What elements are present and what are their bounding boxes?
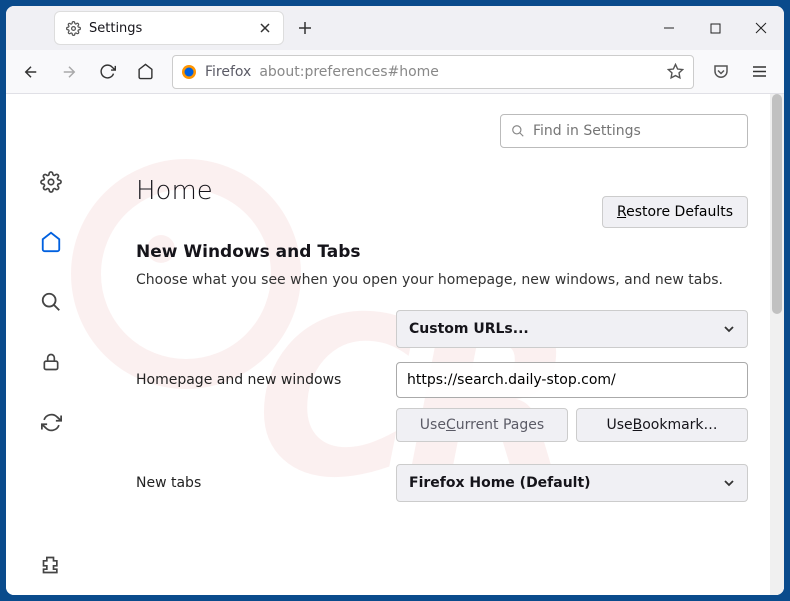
browser-tab[interactable]: Settings (54, 11, 284, 45)
back-button[interactable] (14, 55, 48, 89)
app-menu-button[interactable] (742, 55, 776, 89)
home-button[interactable] (128, 55, 162, 89)
close-window-button[interactable] (738, 6, 784, 50)
use-current-pages-button[interactable]: Use Current Pages (396, 408, 568, 442)
homepage-mode-value: Custom URLs... (409, 321, 529, 337)
urlbar-url: about:preferences#home (259, 64, 657, 80)
use-bookmark-button[interactable]: Use Bookmark… (576, 408, 748, 442)
minimize-button[interactable] (646, 6, 692, 50)
newtabs-value: Firefox Home (Default) (409, 475, 591, 491)
newtabs-label: New tabs (136, 475, 382, 491)
pocket-button[interactable] (704, 55, 738, 89)
settings-sidebar (6, 94, 96, 595)
sidebar-general[interactable] (33, 164, 69, 200)
chevron-down-icon (723, 477, 735, 489)
reload-button[interactable] (90, 55, 124, 89)
search-icon (511, 124, 525, 138)
titlebar: Settings (6, 6, 784, 50)
main-panel: Home Restore Defaults New Windows and Ta… (96, 94, 784, 595)
restore-defaults-button[interactable]: Restore Defaults (602, 196, 748, 228)
sidebar-extensions[interactable] (33, 547, 69, 583)
sidebar-privacy[interactable] (33, 344, 69, 380)
maximize-button[interactable] (692, 6, 738, 50)
content-area: CR (6, 94, 784, 595)
url-bar[interactable]: Firefox about:preferences#home (172, 55, 694, 89)
homepage-url-input[interactable] (396, 362, 748, 398)
gear-icon (65, 20, 81, 36)
browser-window: Settings (6, 6, 784, 595)
settings-search[interactable] (500, 114, 748, 148)
urlbar-identity: Firefox (205, 64, 251, 80)
homepage-mode-select[interactable]: Custom URLs... (396, 310, 748, 348)
sidebar-search[interactable] (33, 284, 69, 320)
newtabs-select[interactable]: Firefox Home (Default) (396, 464, 748, 502)
section-title: New Windows and Tabs (136, 242, 748, 262)
new-tab-button[interactable] (290, 13, 320, 43)
close-tab-icon[interactable] (257, 20, 273, 36)
section-description: Choose what you see when you open your h… (136, 272, 748, 288)
homepage-label: Homepage and new windows (136, 372, 382, 388)
chevron-down-icon (723, 323, 735, 335)
settings-search-input[interactable] (533, 123, 737, 139)
nav-toolbar: Firefox about:preferences#home (6, 50, 784, 94)
forward-button[interactable] (52, 55, 86, 89)
sidebar-home[interactable] (33, 224, 69, 260)
firefox-icon (181, 64, 197, 80)
sidebar-sync[interactable] (33, 404, 69, 440)
tab-title: Settings (89, 21, 249, 36)
bookmark-star-icon[interactable] (665, 62, 685, 82)
